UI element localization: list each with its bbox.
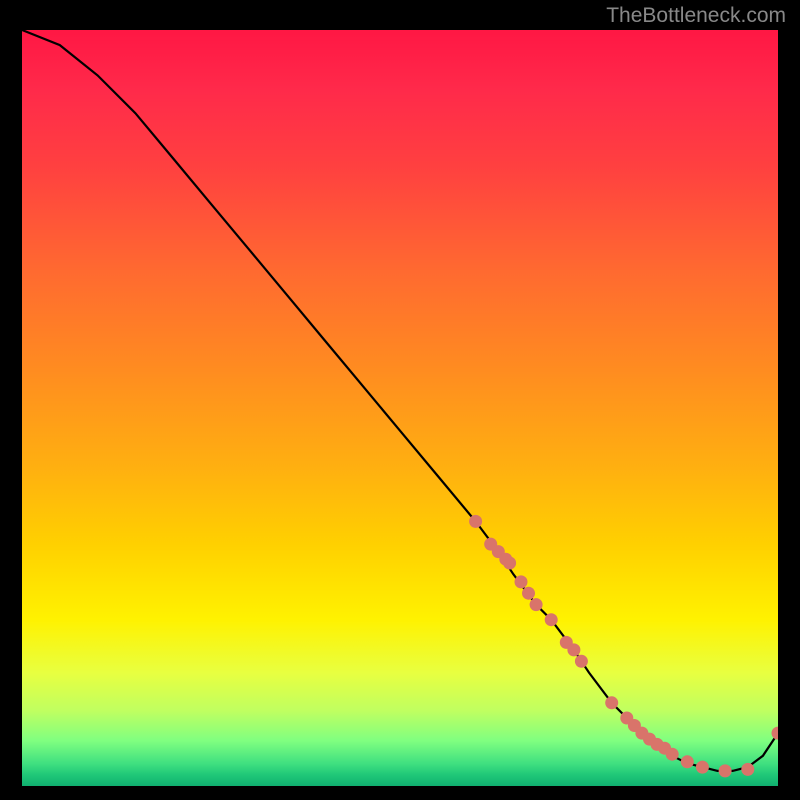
data-point — [469, 515, 482, 528]
chart-svg — [22, 30, 778, 786]
plot-area — [22, 30, 778, 786]
scatter-points — [469, 515, 778, 778]
line-series — [22, 30, 778, 771]
data-point — [696, 761, 709, 774]
data-point — [530, 598, 543, 611]
data-point — [605, 696, 618, 709]
data-point — [515, 575, 528, 588]
data-point — [741, 763, 754, 776]
data-point — [666, 748, 679, 761]
data-point — [567, 643, 580, 656]
data-point — [545, 613, 558, 626]
data-point — [575, 655, 588, 668]
data-point — [503, 557, 516, 570]
data-point — [681, 755, 694, 768]
watermark-text: TheBottleneck.com — [606, 4, 786, 28]
data-point — [522, 587, 535, 600]
data-point — [719, 764, 732, 777]
data-point — [772, 727, 779, 740]
